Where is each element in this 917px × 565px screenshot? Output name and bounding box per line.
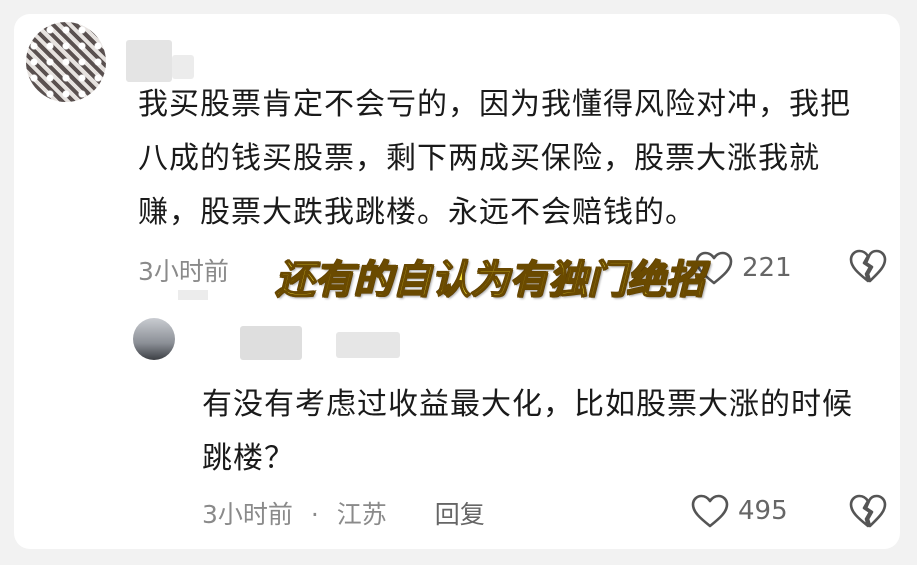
comment-text: 我买股票肯定不会亏的，因为我懂得风险对冲，我把八成的钱买股票，剩下两成买保险，股… — [138, 87, 851, 230]
avatar[interactable] — [26, 22, 106, 102]
overlay-caption: 还有的自认为有独门绝招 — [275, 257, 706, 304]
redacted-chip — [178, 290, 208, 300]
like-count: 495 — [738, 496, 788, 526]
reply-button[interactable]: 回复 — [435, 500, 485, 529]
username-redacted — [126, 40, 172, 82]
avatar[interactable] — [133, 318, 175, 360]
dislike-button[interactable] — [848, 493, 888, 529]
dislike-button[interactable] — [848, 248, 888, 284]
comment-location: 江苏 — [336, 500, 387, 529]
username-redacted-part — [172, 55, 194, 79]
username-redacted — [240, 326, 302, 360]
broken-heart-icon — [848, 248, 888, 284]
comment-meta: 3小时前 — [138, 252, 229, 288]
broken-heart-icon — [848, 493, 888, 529]
comment-meta: 3小时前 · 江苏 回复 — [202, 495, 485, 531]
comment-time: 3小时前 — [138, 257, 229, 286]
username-redacted-part — [336, 332, 400, 358]
like-count: 221 — [742, 253, 792, 283]
comment-text: 有没有考虑过收益最大化，比如股票大涨的时候跳楼？ — [202, 387, 853, 476]
heart-icon — [690, 493, 730, 529]
like-button[interactable]: 495 — [690, 493, 788, 529]
separator-dot: · — [310, 500, 319, 529]
comment-time: 3小时前 — [202, 500, 293, 529]
